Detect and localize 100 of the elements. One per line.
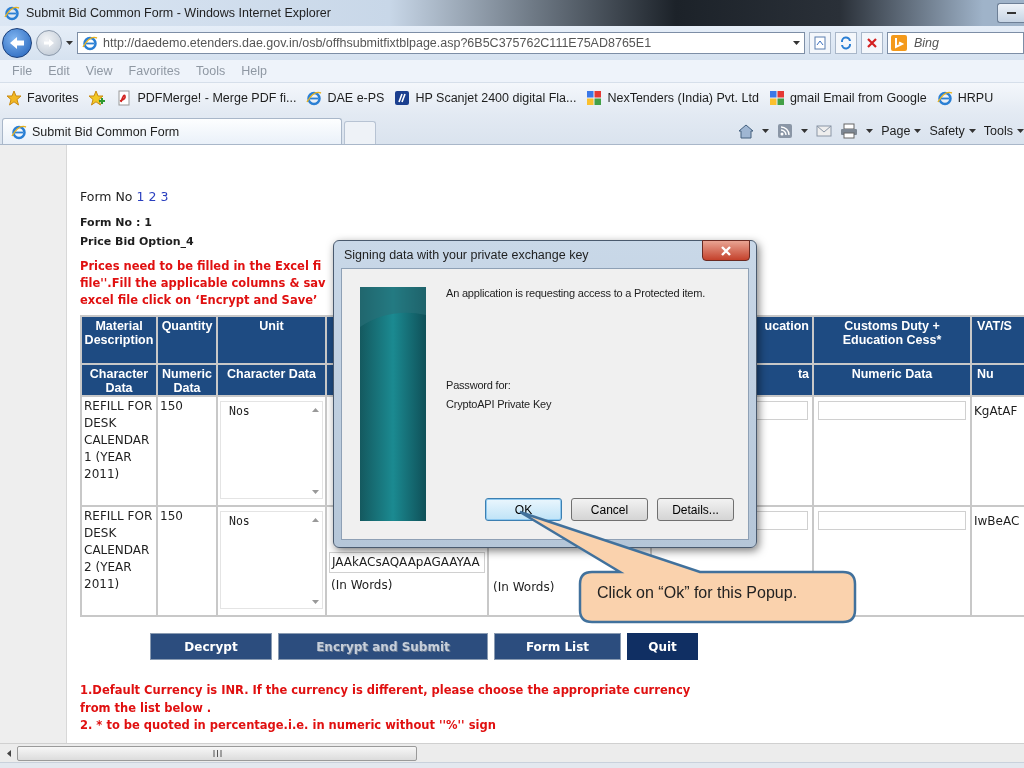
web-page-icon bbox=[306, 90, 323, 106]
unit-field[interactable]: Nos bbox=[220, 401, 323, 499]
caret-icon bbox=[801, 129, 809, 133]
back-arrow-icon bbox=[9, 36, 25, 50]
form-link[interactable]: 3 bbox=[160, 189, 169, 204]
scroll-down-icon bbox=[311, 490, 319, 494]
column-type: Numeric Data bbox=[158, 365, 216, 395]
amount-field[interactable]: JAAkACsAQAApAGAAYAA bbox=[329, 552, 485, 573]
caret-icon bbox=[968, 129, 976, 133]
table-cell: 150 bbox=[158, 507, 216, 615]
words-label: (In Words) bbox=[330, 577, 394, 594]
favorite-link[interactable]: HP Scanjet 2400 digital Fla... bbox=[394, 90, 577, 106]
search-field[interactable]: Bing bbox=[887, 32, 1024, 54]
refresh-button[interactable] bbox=[835, 32, 857, 54]
search-provider-icon bbox=[891, 35, 907, 51]
compatibility-button[interactable] bbox=[809, 32, 831, 54]
password-label: Password for: bbox=[446, 379, 511, 391]
dialog-title: Signing data with your private exchange key bbox=[344, 247, 590, 262]
callout-text: Click on “Ok” for this Popup. bbox=[597, 584, 798, 602]
browser-tab[interactable]: Submit Bid Common Form bbox=[2, 118, 342, 144]
tab-page-icon bbox=[11, 123, 27, 140]
dialog-button[interactable]: Cancel bbox=[571, 498, 648, 521]
favorite-link[interactable]: NexTenders (India) Pvt. Ltd bbox=[586, 90, 759, 106]
browser-logo-icon bbox=[4, 5, 20, 21]
form-number: Form No : 1 bbox=[80, 216, 153, 229]
window-title: Submit Bid Common Form - Windows Internet Explorer bbox=[26, 6, 331, 20]
column-header: Material Description bbox=[82, 317, 156, 363]
close-button[interactable] bbox=[702, 240, 750, 261]
dropdown-caret-icon bbox=[793, 41, 800, 45]
forward-button[interactable] bbox=[36, 30, 62, 56]
favorite-link[interactable]: PDFMerge! - Merge PDF fi... bbox=[116, 90, 297, 106]
scanner-icon bbox=[394, 90, 411, 106]
form-button[interactable]: Quit bbox=[627, 633, 698, 660]
column-header: Customs Duty + Education Cess* bbox=[814, 317, 970, 363]
favorites-button[interactable]: Favorites bbox=[6, 90, 79, 106]
command-menu[interactable]: Safety bbox=[929, 124, 976, 138]
instruction-line: Prices need to be filled in the Excel fi bbox=[80, 258, 322, 275]
back-button[interactable] bbox=[2, 28, 32, 58]
column-header: Unit bbox=[218, 317, 325, 363]
option-label: Price Bid Option_4 bbox=[80, 235, 195, 248]
scroll-left-icon[interactable] bbox=[6, 749, 11, 757]
column-header: VAT/S bbox=[972, 317, 1024, 363]
favorite-link[interactable]: DAE e-PS bbox=[306, 90, 385, 106]
instruction-line: file''.Fill the applicable columns & sav bbox=[80, 275, 326, 292]
input-field[interactable] bbox=[818, 401, 966, 420]
add-favorite-icon[interactable] bbox=[88, 90, 107, 106]
command-menu[interactable]: Tools bbox=[983, 124, 1024, 138]
table-cell: REFILL FOR DESK CALENDAR 2 (YEAR 2011) bbox=[82, 507, 156, 615]
tiles-icon bbox=[768, 90, 785, 106]
column-type: Character Data bbox=[218, 365, 325, 395]
column-header: Quantity bbox=[158, 317, 216, 363]
caret-icon bbox=[762, 129, 770, 133]
unit-field[interactable]: Nos bbox=[220, 511, 323, 609]
mail-icon[interactable] bbox=[816, 125, 833, 137]
form-button[interactable]: Form List bbox=[494, 633, 621, 660]
tiles-icon bbox=[586, 90, 603, 106]
key-name: CryptoAPI Private Key bbox=[446, 398, 552, 410]
form-button[interactable]: Decrypt bbox=[150, 633, 272, 660]
note-text: 1.Default Currency is INR. If the currency is different, please choose the appropriate currency from the list below . bbox=[80, 682, 692, 717]
minimize-button[interactable] bbox=[997, 3, 1024, 23]
dialog-button[interactable]: Details... bbox=[657, 498, 734, 521]
command-menu[interactable]: Page bbox=[881, 124, 922, 138]
browser-page-icon bbox=[82, 35, 98, 51]
column-type: Numeric Data bbox=[814, 365, 970, 395]
address-field[interactable]: http://daedemo.etenders.dae.gov.in/osb/offhsubmitfixtblpage.asp?6B5C375762C111E75AD8765E1 bbox=[77, 32, 805, 54]
dialog-message: An application is requesting access to a Protected item. bbox=[446, 287, 706, 299]
caret-icon bbox=[1017, 129, 1024, 133]
form-link[interactable]: 1 bbox=[136, 189, 145, 204]
scroll-up-icon bbox=[311, 408, 319, 412]
favorite-link[interactable]: gmail Email from Google bbox=[768, 90, 927, 106]
star-icon bbox=[6, 90, 22, 106]
column-type: Nu bbox=[972, 365, 1024, 395]
stop-button[interactable] bbox=[861, 32, 883, 54]
history-caret-icon bbox=[66, 41, 73, 45]
table-cell: REFILL FOR DESK CALENDAR 1 (YEAR 2011) bbox=[82, 397, 156, 505]
favorite-link[interactable]: HRPU bbox=[936, 90, 994, 106]
form-link[interactable]: 2 bbox=[148, 189, 157, 204]
refresh-icon bbox=[839, 36, 853, 50]
scrollbar-thumb[interactable] bbox=[17, 745, 417, 761]
forward-arrow-icon bbox=[43, 38, 55, 48]
column-type: Character Data bbox=[82, 365, 156, 395]
note-text: 2. * to be quoted in percentage.i.e. in numeric without ''%'' sign bbox=[80, 717, 497, 734]
scroll-up-icon bbox=[311, 518, 319, 522]
words-label: (In Words) bbox=[492, 579, 556, 596]
print-icon[interactable] bbox=[840, 123, 859, 139]
table-cell: IwBeAC bbox=[974, 513, 1020, 530]
input-field[interactable] bbox=[818, 511, 966, 530]
close-icon bbox=[721, 245, 731, 256]
pdf-icon bbox=[116, 90, 133, 106]
instruction-line: excel file click on ‘Encrypt and Save’ bbox=[80, 292, 318, 309]
table-cell: 150 bbox=[158, 397, 216, 505]
page-icon bbox=[813, 36, 827, 50]
feed-icon[interactable] bbox=[777, 123, 794, 139]
home-icon[interactable] bbox=[738, 123, 755, 139]
close-icon bbox=[866, 37, 878, 49]
caret-icon bbox=[914, 129, 922, 133]
form-links-label: Form No bbox=[80, 189, 133, 204]
caret-icon bbox=[866, 129, 874, 133]
scroll-down-icon bbox=[311, 600, 319, 604]
table-cell: KgAtAF bbox=[974, 403, 1018, 420]
